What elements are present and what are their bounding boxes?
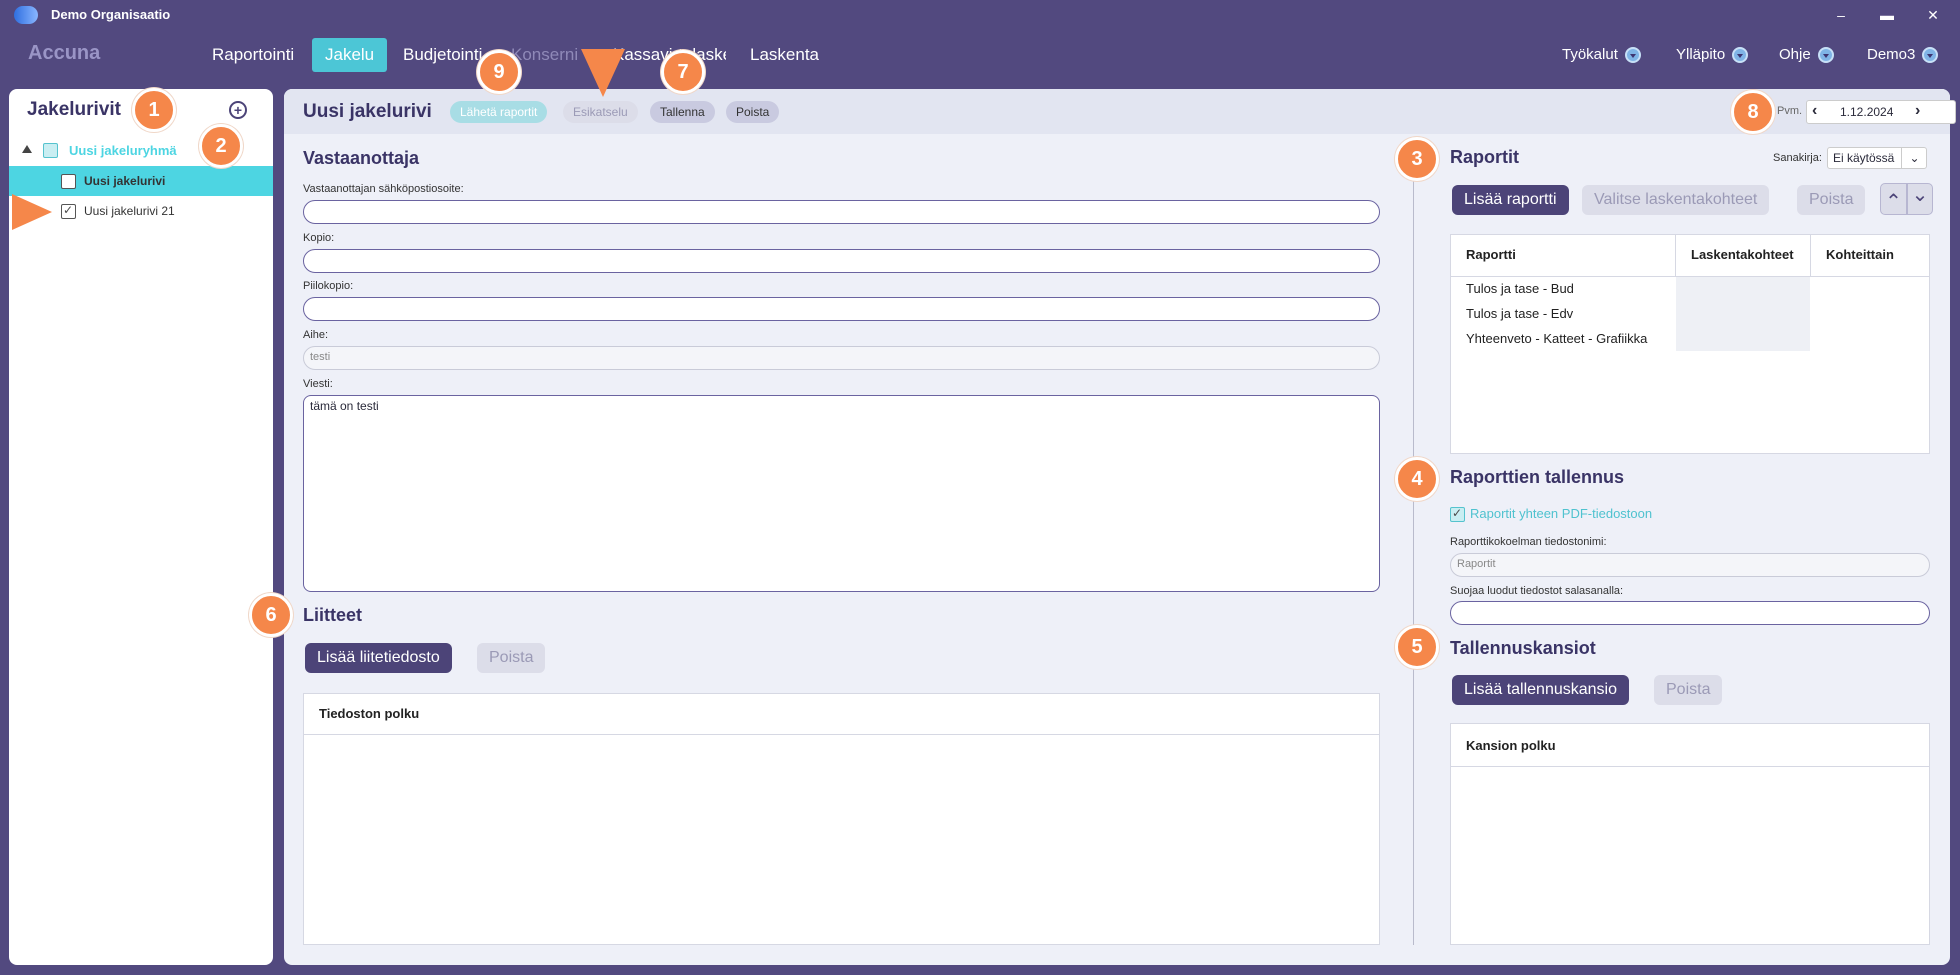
callout-badge: 2 xyxy=(199,124,243,168)
callout-badge: 1 xyxy=(132,88,176,132)
delete-button[interactable]: Poista xyxy=(726,101,780,123)
nav-jakelu[interactable]: Jakelu xyxy=(312,38,388,72)
callout-badge: 4 xyxy=(1395,457,1439,501)
menu-user[interactable]: Demo3 xyxy=(1867,46,1939,63)
cc-field[interactable] xyxy=(303,249,1380,273)
chevron-down-icon xyxy=(1732,46,1749,63)
collapse-icon[interactable] xyxy=(22,145,32,153)
divider xyxy=(1675,235,1676,277)
callout-badge: 5 xyxy=(1395,625,1439,669)
message-field[interactable]: tämä on testi xyxy=(303,395,1380,592)
col-per-target: Kohteittain xyxy=(1826,247,1894,262)
maximize-button[interactable]: ▬ xyxy=(1873,3,1901,27)
nav-laskenta[interactable]: Laskenta xyxy=(737,38,832,72)
callout-arrow-right-icon xyxy=(12,194,52,230)
date-value[interactable]: 1.12.2024 xyxy=(1840,105,1893,119)
chevron-down-icon[interactable]: ⌄ xyxy=(1901,147,1927,169)
preview-button[interactable]: Esikatselu xyxy=(563,101,638,123)
tree-item-label[interactable]: Uusi jakelurivi xyxy=(84,174,165,188)
delete-attachment-button[interactable]: Poista xyxy=(477,643,546,673)
filename-label: Raporttikokoelman tiedostonimi: xyxy=(1450,536,1607,548)
dictionary-label: Sanakirja: xyxy=(1773,152,1822,164)
menu-label: Ylläpito xyxy=(1676,46,1726,63)
password-label: Suojaa luodut tiedostot salasanalla: xyxy=(1450,585,1624,597)
table-row[interactable]: Yhteenveto - Katteet - Grafiikka xyxy=(1466,331,1647,346)
prev-date-icon[interactable]: ‹ xyxy=(1812,102,1817,120)
chevron-down-icon xyxy=(1922,46,1939,63)
tree-checkbox-checked[interactable] xyxy=(61,203,76,219)
col-targets: Laskentakohteet xyxy=(1691,247,1794,262)
reports-heading: Raportit xyxy=(1450,147,1519,167)
save-button[interactable]: Tallenna xyxy=(650,101,715,123)
folders-table xyxy=(1450,723,1930,945)
page-title: Uusi jakelurivi xyxy=(303,101,432,122)
pdf-checkbox[interactable] xyxy=(1450,506,1465,522)
add-folder-button[interactable]: Lisää tallennuskansio xyxy=(1452,675,1629,705)
table-header-path: Tiedoston polku xyxy=(319,706,420,721)
filename-field[interactable]: Raportit xyxy=(1450,553,1930,577)
bcc-label: Piilokopio: xyxy=(303,280,354,292)
brand-logo: Accuna xyxy=(28,42,101,64)
delete-report-button[interactable]: Poista xyxy=(1797,185,1866,215)
tree-item-label[interactable]: Uusi jakelurivi 21 xyxy=(84,204,175,218)
delete-folder-button[interactable]: Poista xyxy=(1654,675,1723,705)
menu-ohje[interactable]: Ohje xyxy=(1779,46,1834,63)
divider xyxy=(1810,235,1811,277)
targets-cells xyxy=(1676,277,1810,351)
callout-badge: 7 xyxy=(661,50,705,94)
subject-field[interactable]: testi xyxy=(303,346,1380,370)
date-label: Pvm. xyxy=(1777,105,1803,117)
table-header-folder: Kansion polku xyxy=(1466,738,1556,753)
divider xyxy=(304,734,1379,735)
password-field[interactable] xyxy=(1450,601,1930,625)
add-icon[interactable]: + xyxy=(229,101,247,119)
menu-label: Demo3 xyxy=(1867,46,1916,63)
message-label: Viesti: xyxy=(303,378,333,390)
tree-checkbox[interactable] xyxy=(61,174,76,189)
callout-badge: 8 xyxy=(1731,90,1775,134)
table-row[interactable]: Tulos ja tase - Bud xyxy=(1466,281,1574,296)
cc-label: Kopio: xyxy=(303,232,335,244)
bcc-field[interactable] xyxy=(303,297,1380,321)
callout-badge: 9 xyxy=(477,50,521,94)
add-report-button[interactable]: Lisää raportti xyxy=(1452,185,1569,215)
menu-tyokalut[interactable]: Työkalut xyxy=(1562,46,1641,63)
column-divider xyxy=(1413,155,1414,945)
chevron-down-icon xyxy=(1624,46,1641,63)
app-logo-icon xyxy=(14,6,38,24)
nav-raportointi[interactable]: Raportointi xyxy=(199,38,307,72)
email-label: Vastaanottajan sähköpostiosoite: xyxy=(303,183,464,195)
subject-label: Aihe: xyxy=(303,329,329,341)
chevron-down-icon xyxy=(1817,46,1834,63)
menu-label: Ohje xyxy=(1779,46,1811,63)
recipient-heading: Vastaanottaja xyxy=(303,148,420,168)
select-targets-button[interactable]: Valitse laskentakohteet xyxy=(1582,185,1770,215)
tree-checkbox[interactable] xyxy=(43,143,58,158)
folders-heading: Tallennuskansiot xyxy=(1450,638,1596,658)
pdf-label[interactable]: Raportit yhteen PDF-tiedostoon xyxy=(1470,506,1652,521)
callout-arrow-down-icon xyxy=(581,49,625,97)
tree-group-label[interactable]: Uusi jakeluryhmä xyxy=(69,143,177,158)
attachments-heading: Liitteet xyxy=(303,605,363,625)
move-down-icon[interactable]: ⌄ xyxy=(1907,183,1933,215)
divider xyxy=(1451,766,1929,767)
col-report: Raportti xyxy=(1466,247,1516,262)
move-up-icon[interactable]: ⌃ xyxy=(1880,183,1907,215)
email-field[interactable] xyxy=(303,200,1380,224)
table-row[interactable]: Tulos ja tase - Edv xyxy=(1466,306,1573,321)
send-reports-button[interactable]: Lähetä raportit xyxy=(450,101,548,123)
minimize-button[interactable]: – xyxy=(1827,3,1855,27)
menu-label: Työkalut xyxy=(1562,46,1618,63)
saving-heading: Raporttien tallennus xyxy=(1450,467,1625,487)
close-button[interactable]: ✕ xyxy=(1919,3,1947,27)
window-title: Demo Organisaatio xyxy=(51,7,171,22)
add-attachment-button[interactable]: Lisää liitetiedosto xyxy=(305,643,452,673)
menu-yllapito[interactable]: Ylläpito xyxy=(1676,46,1749,63)
left-panel-title: Jakelurivit xyxy=(27,99,121,120)
next-date-icon[interactable]: › xyxy=(1915,102,1920,120)
attachments-table xyxy=(303,693,1380,945)
callout-badge: 6 xyxy=(249,593,293,637)
callout-badge: 3 xyxy=(1395,137,1439,181)
